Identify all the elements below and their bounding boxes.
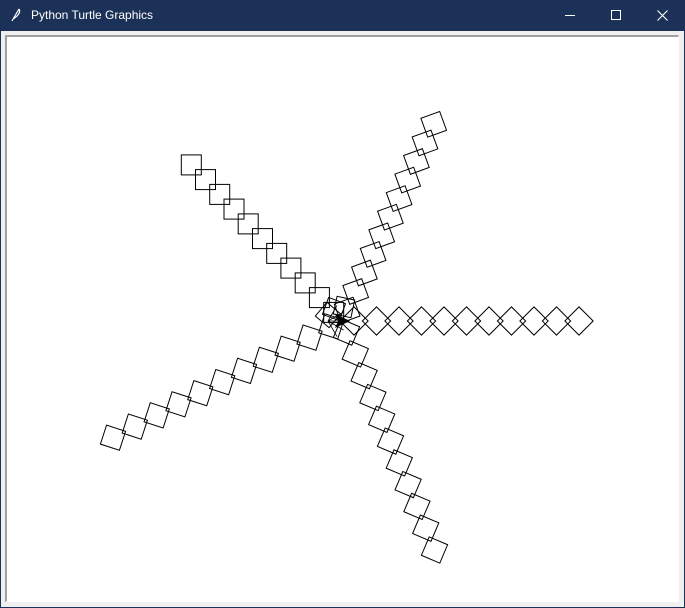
minimize-button[interactable] (547, 0, 593, 31)
square-shape (361, 306, 392, 336)
maximize-button[interactable] (593, 0, 639, 31)
square-shape (385, 185, 413, 213)
square-shape (342, 278, 370, 305)
square-shape (541, 306, 572, 336)
square-shape (209, 183, 231, 205)
canvas-frame (5, 35, 679, 602)
feather-icon (9, 8, 23, 22)
square-shape (384, 306, 414, 336)
minimize-icon (564, 10, 576, 21)
square-shape (451, 306, 482, 336)
square-shape (368, 222, 396, 250)
square-shape (411, 514, 440, 542)
turtle-window: Python Turtle Graphics (0, 0, 685, 608)
square-shape (429, 306, 459, 336)
square-shape (376, 203, 404, 231)
square-shape (266, 242, 288, 264)
square-shape (99, 424, 127, 451)
square-shape (564, 306, 594, 336)
square-shape (394, 166, 422, 194)
square-shape (406, 306, 437, 336)
square-shape (180, 154, 202, 176)
square-shape (195, 169, 216, 191)
square-shape (359, 240, 387, 268)
maximize-icon (610, 10, 622, 21)
square-shape (294, 272, 316, 294)
square-shape (223, 198, 245, 220)
square-shape (252, 346, 280, 374)
square-shape (474, 306, 504, 336)
square-shape (411, 129, 439, 157)
square-shape (402, 148, 430, 175)
client-area (1, 31, 684, 607)
square-shape (367, 405, 396, 434)
square-shape (359, 383, 387, 412)
square-shape (296, 324, 323, 351)
square-shape (376, 427, 405, 455)
close-button[interactable] (639, 0, 685, 31)
square-shape (237, 213, 259, 235)
square-shape (350, 259, 378, 287)
square-shape (230, 357, 258, 385)
square-shape (385, 449, 414, 477)
square-shape (403, 492, 431, 521)
square-shape (332, 318, 361, 346)
square-shape (187, 379, 214, 407)
square-shape (208, 368, 236, 396)
square-shape (121, 413, 149, 440)
turtle-arrow-icon (327, 305, 351, 337)
close-icon (656, 10, 668, 21)
turtle-canvas[interactable] (7, 37, 678, 601)
square-shape (252, 228, 273, 250)
square-shape (165, 391, 192, 418)
square-shape (280, 257, 302, 279)
square-shape (274, 335, 301, 362)
square-shape (519, 306, 549, 336)
squares-drawing (99, 110, 594, 564)
square-shape (143, 402, 170, 429)
square-shape (496, 306, 527, 336)
square-shape (350, 361, 378, 390)
square-shape (394, 470, 422, 499)
window-title: Python Turtle Graphics (31, 8, 154, 22)
title-bar[interactable]: Python Turtle Graphics (0, 0, 685, 31)
square-shape (420, 110, 448, 138)
square-shape (341, 340, 370, 368)
square-shape (420, 536, 449, 564)
